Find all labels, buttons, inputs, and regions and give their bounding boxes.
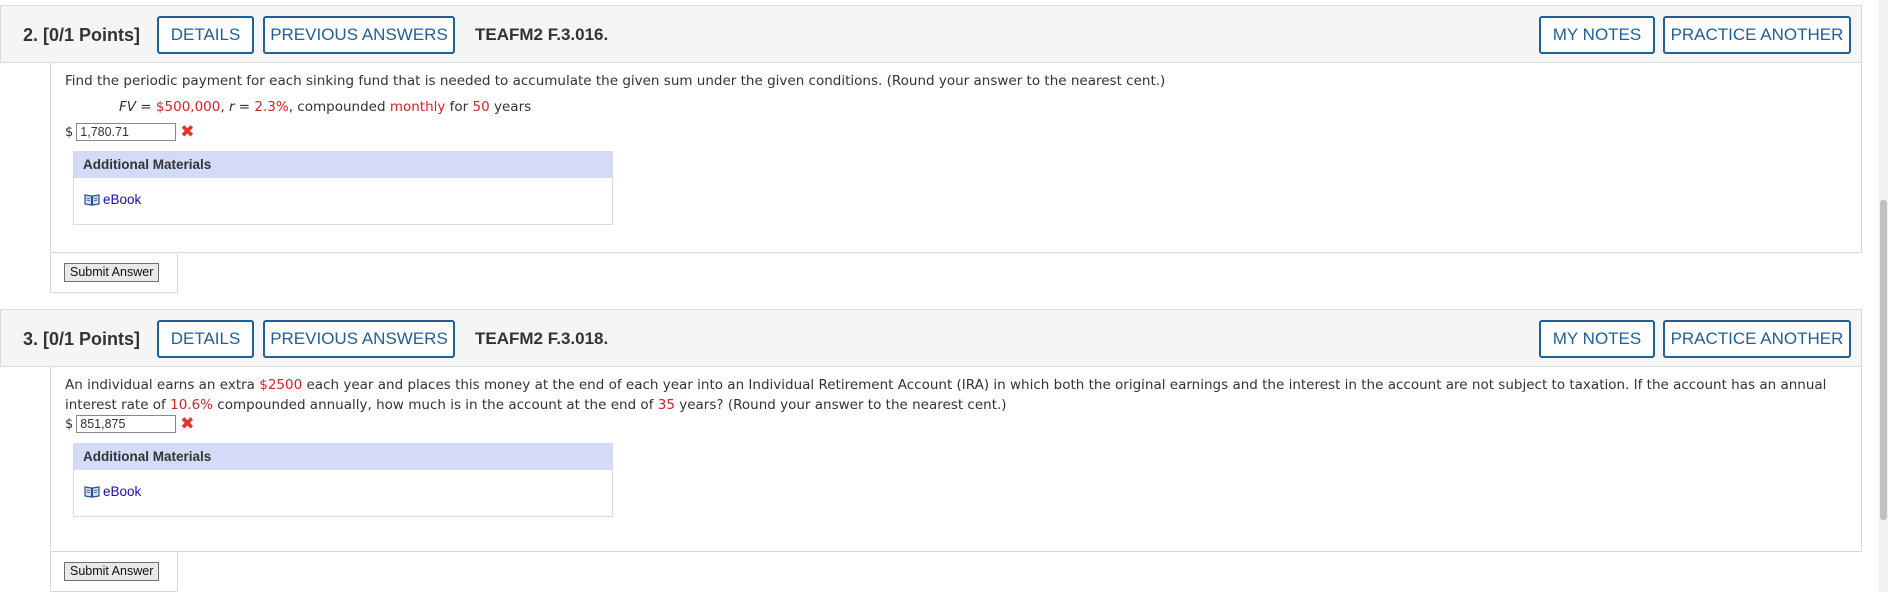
question-header: 2. [0/1 Points] DETAILS PREVIOUS ANSWERS…: [0, 5, 1862, 63]
submit-answer-button[interactable]: Submit Answer: [64, 263, 160, 282]
additional-materials: Additional Materials eBook: [73, 151, 613, 225]
question-number-points: 2. [0/1 Points]: [23, 25, 141, 45]
currency-symbol: $: [65, 416, 74, 432]
answer-input[interactable]: [76, 415, 177, 433]
question-body: An individual earns an extra $2500 each …: [50, 367, 1862, 552]
additional-materials: Additional Materials eBook: [73, 443, 613, 517]
previous-answers-button[interactable]: PREVIOUS ANSWERS: [263, 320, 455, 358]
practice-another-button[interactable]: PRACTICE ANOTHER: [1663, 320, 1851, 358]
question-prompt: An individual earns an extra $2500 each …: [65, 377, 1827, 413]
submit-tab: Submit Answer: [50, 253, 178, 293]
vertical-scrollbar[interactable]: [1879, 0, 1888, 592]
previous-answers-button[interactable]: PREVIOUS ANSWERS: [263, 16, 455, 54]
scrollbar-thumb[interactable]: [1880, 200, 1887, 520]
question-code: TEAFM2 F.3.018.: [475, 329, 609, 348]
ebook-link[interactable]: eBook: [84, 192, 141, 207]
book-icon: [84, 194, 100, 206]
question-prompt: Find the periodic payment for each sinki…: [65, 73, 1166, 89]
book-icon: [84, 486, 100, 498]
question-number-points: 3. [0/1 Points]: [23, 329, 141, 349]
currency-symbol: $: [65, 124, 74, 140]
details-button[interactable]: DETAILS: [157, 320, 254, 358]
formula: FV = $500,000, r = 2.3%, compounded mont…: [119, 99, 532, 115]
answer-row: $✖: [65, 123, 195, 141]
details-button[interactable]: DETAILS: [157, 16, 254, 54]
question-header: 3. [0/1 Points] DETAILS PREVIOUS ANSWERS…: [0, 309, 1862, 367]
additional-materials-header: Additional Materials: [74, 152, 612, 178]
practice-another-button[interactable]: PRACTICE ANOTHER: [1663, 16, 1851, 54]
question-code: TEAFM2 F.3.016.: [475, 25, 609, 44]
additional-materials-header: Additional Materials: [74, 444, 612, 470]
answer-row: $✖: [65, 415, 195, 433]
x-mark-icon: ✖: [180, 414, 195, 434]
x-mark-icon: ✖: [180, 122, 195, 142]
question-body: Find the periodic payment for each sinki…: [50, 63, 1862, 253]
my-notes-button[interactable]: MY NOTES: [1539, 16, 1655, 54]
my-notes-button[interactable]: MY NOTES: [1539, 320, 1655, 358]
submit-tab: Submit Answer: [50, 552, 178, 592]
answer-input[interactable]: [76, 123, 177, 141]
submit-answer-button[interactable]: Submit Answer: [64, 562, 160, 581]
ebook-link[interactable]: eBook: [84, 484, 141, 499]
